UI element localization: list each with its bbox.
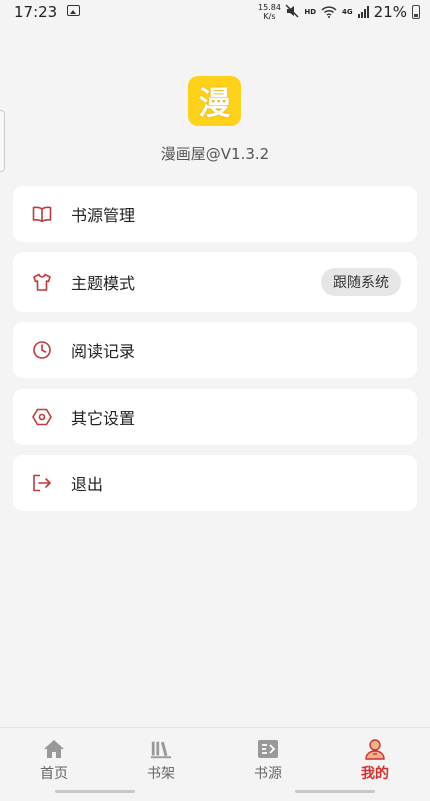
wifi-icon <box>321 3 337 22</box>
menu-item-reading-history[interactable]: 阅读记录 <box>13 322 417 378</box>
network-speed-value: 15.84 <box>258 3 281 12</box>
home-icon <box>43 738 65 760</box>
status-bar: 17:23 15.84 K/s HD 4G 21% <box>0 0 430 24</box>
network-speed: 15.84 K/s <box>258 3 281 21</box>
nav-label-sources: 书源 <box>254 766 282 782</box>
battery-percent: 21% <box>373 3 407 21</box>
sources-icon <box>257 738 279 760</box>
nav-label-bookshelf: 书架 <box>147 766 175 782</box>
system-nav-indicator-left <box>55 790 135 793</box>
logout-icon <box>31 472 53 494</box>
nav-tab-home[interactable]: 首页 <box>24 738 84 783</box>
app-logo: 漫 <box>188 76 241 126</box>
status-right-icons: HD 4G 21% <box>285 2 420 22</box>
menu-label-other-settings: 其它设置 <box>71 409 136 428</box>
menu-item-logout[interactable]: 退出 <box>13 455 417 511</box>
nav-tab-mine[interactable]: 我的 <box>345 738 405 783</box>
clock-icon <box>31 339 53 361</box>
menu-label-logout: 退出 <box>71 475 104 494</box>
battery-icon <box>412 5 420 19</box>
signal-icon <box>357 6 369 18</box>
menu-item-other-settings[interactable]: 其它设置 <box>13 389 417 445</box>
user-avatar-icon <box>364 738 386 760</box>
settings-icon <box>31 406 53 428</box>
menu-label-theme-mode: 主题模式 <box>71 274 136 293</box>
menu-item-book-source[interactable]: 书源管理 <box>13 186 417 242</box>
tshirt-icon <box>31 271 53 293</box>
nav-tab-sources[interactable]: 书源 <box>238 738 298 783</box>
nav-label-mine: 我的 <box>361 766 389 782</box>
nav-label-home: 首页 <box>40 766 68 782</box>
hd-indicator: HD <box>304 8 317 16</box>
bookshelf-icon <box>150 738 172 760</box>
app-logo-char: 漫 <box>198 84 231 122</box>
status-time: 17:23 <box>14 3 58 21</box>
menu-label-reading-history: 阅读记录 <box>71 342 136 361</box>
menu-item-theme-mode[interactable]: 主题模式 跟随系统 <box>13 252 417 312</box>
system-nav-indicator-right <box>295 790 375 793</box>
network-speed-unit: K/s <box>263 12 276 21</box>
app-version: 漫画屋@V1.3.2 <box>160 145 270 163</box>
book-icon <box>31 203 53 225</box>
nav-tab-bookshelf[interactable]: 书架 <box>131 738 191 783</box>
menu-label-book-source: 书源管理 <box>71 206 136 225</box>
theme-mode-value[interactable]: 跟随系统 <box>321 268 401 296</box>
image-notification-icon <box>67 5 80 16</box>
mute-icon <box>285 3 299 22</box>
network-type: 4G <box>342 8 353 16</box>
